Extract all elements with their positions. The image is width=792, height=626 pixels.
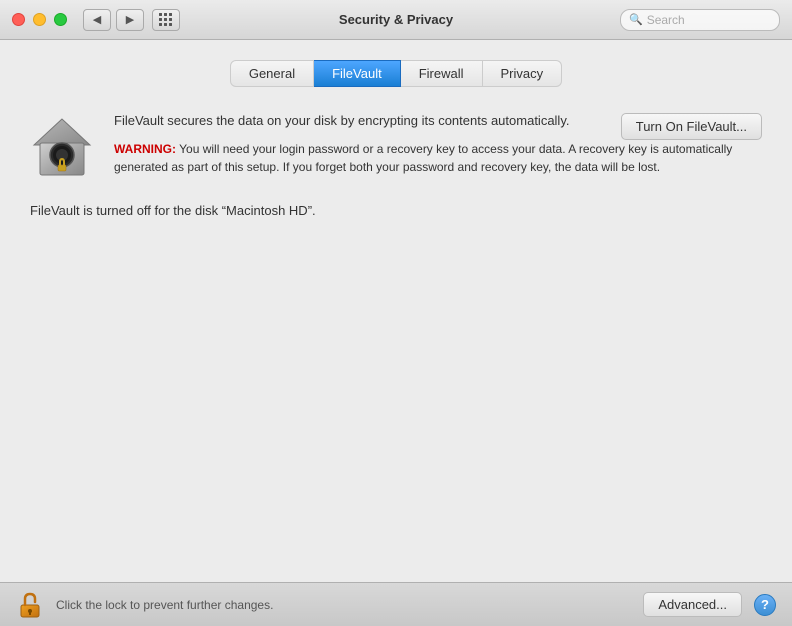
filevault-warning: WARNING: You will need your login passwo… xyxy=(114,140,762,176)
filevault-status: FileVault is turned off for the disk “Ma… xyxy=(30,203,762,218)
tab-firewall[interactable]: Firewall xyxy=(401,60,483,87)
filevault-description-block: FileVault secures the data on your disk … xyxy=(114,111,762,176)
nav-buttons: ◀ ▶ xyxy=(83,9,144,31)
tab-privacy[interactable]: Privacy xyxy=(483,60,563,87)
filevault-icon xyxy=(30,115,94,179)
window-title: Security & Privacy xyxy=(339,12,453,27)
advanced-button[interactable]: Advanced... xyxy=(643,592,742,617)
tab-general[interactable]: General xyxy=(230,60,314,87)
forward-icon: ▶ xyxy=(126,13,134,26)
close-button[interactable] xyxy=(12,13,25,26)
forward-button[interactable]: ▶ xyxy=(116,9,144,31)
turn-on-filevault-button[interactable]: Turn On FileVault... xyxy=(621,113,762,140)
lock-description: Click the lock to prevent further change… xyxy=(56,598,631,612)
window-controls xyxy=(12,13,67,26)
warning-label: WARNING: xyxy=(114,142,176,156)
filevault-info: FileVault secures the data on your disk … xyxy=(30,111,762,179)
tab-bar: General FileVault Firewall Privacy xyxy=(30,60,762,87)
search-placeholder: Search xyxy=(647,13,685,27)
search-bar[interactable]: 🔍 Search xyxy=(620,9,780,31)
grid-icon xyxy=(159,13,173,27)
content-panel: FileVault secures the data on your disk … xyxy=(30,111,762,562)
lock-icon xyxy=(19,592,41,618)
minimize-button[interactable] xyxy=(33,13,46,26)
grid-view-button[interactable] xyxy=(152,9,180,31)
main-content: General FileVault Firewall Privacy xyxy=(0,40,792,582)
bottom-bar: Click the lock to prevent further change… xyxy=(0,582,792,626)
warning-text: You will need your login password or a r… xyxy=(114,142,732,174)
maximize-button[interactable] xyxy=(54,13,67,26)
tab-filevault[interactable]: FileVault xyxy=(314,60,401,87)
filevault-top-row: FileVault secures the data on your disk … xyxy=(114,111,762,140)
titlebar: ◀ ▶ Security & Privacy 🔍 Search xyxy=(0,0,792,40)
back-button[interactable]: ◀ xyxy=(83,9,111,31)
search-icon: 🔍 xyxy=(629,13,643,26)
help-button[interactable]: ? xyxy=(754,594,776,616)
back-icon: ◀ xyxy=(93,13,101,26)
lock-button[interactable] xyxy=(16,591,44,619)
filevault-description: FileVault secures the data on your disk … xyxy=(114,111,601,131)
